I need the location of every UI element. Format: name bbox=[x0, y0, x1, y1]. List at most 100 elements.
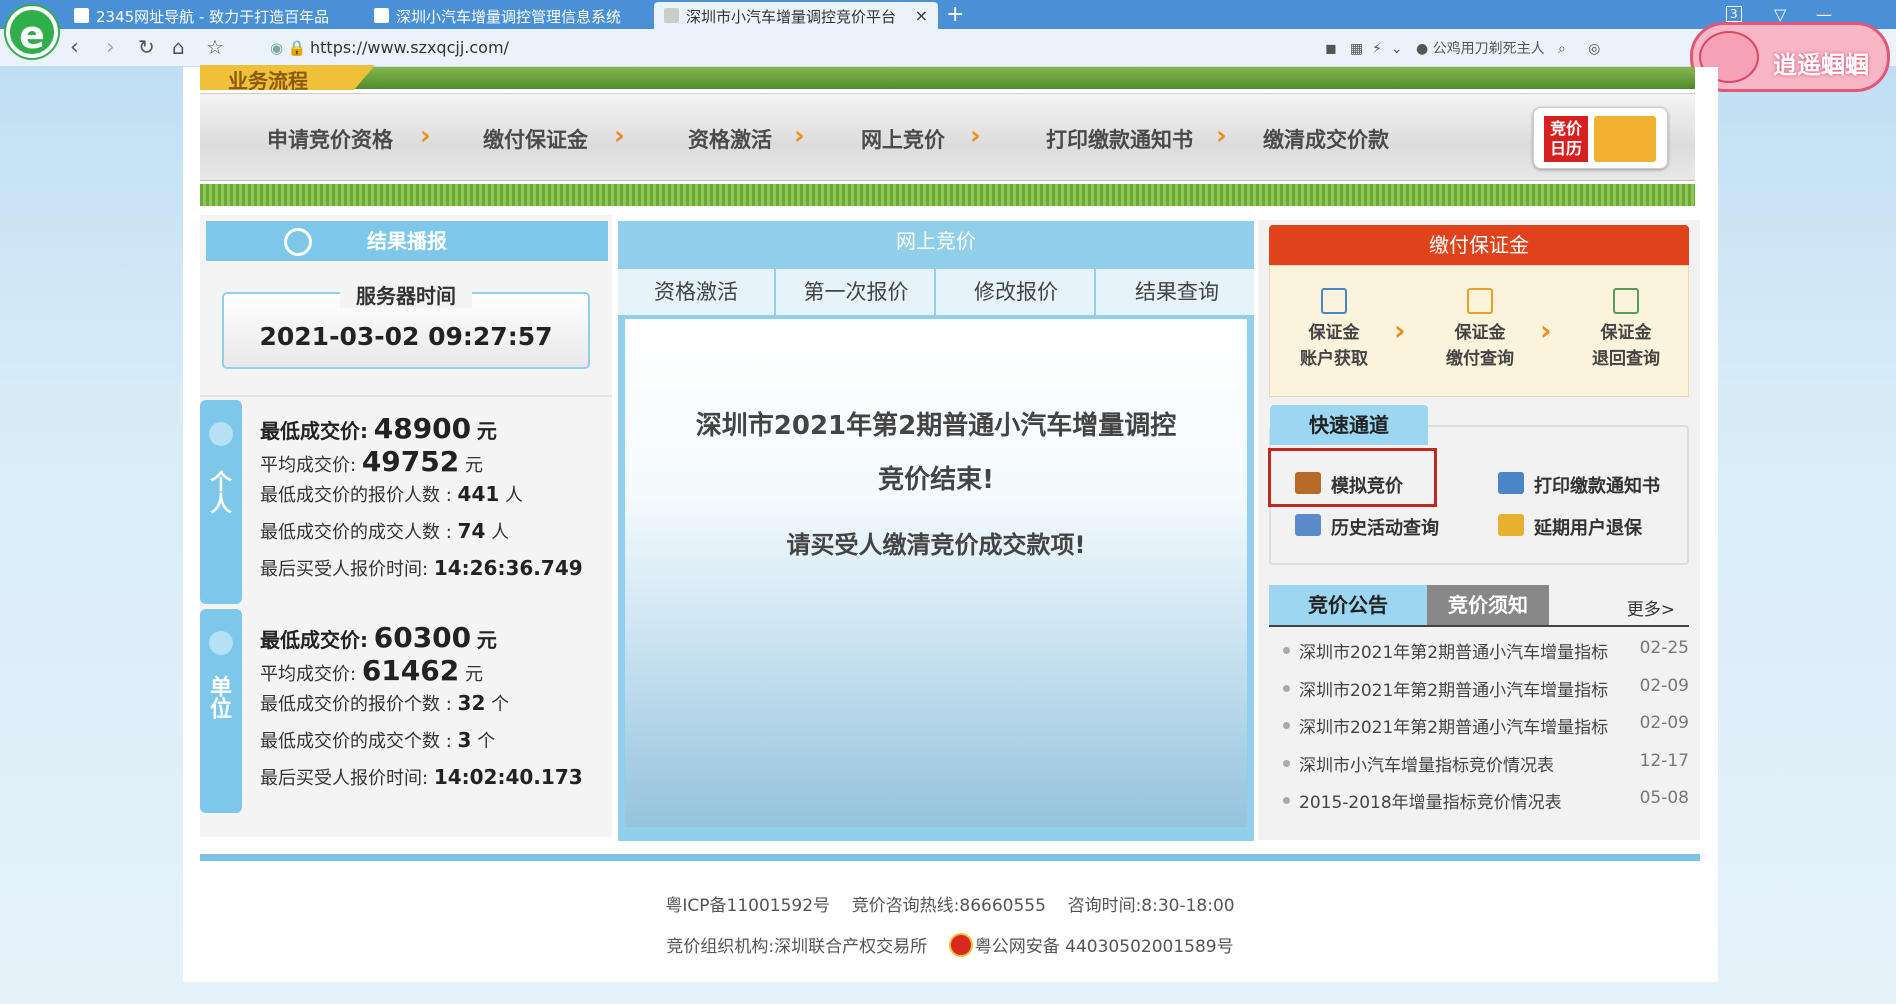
step-activate[interactable]: 资格激活 bbox=[688, 124, 772, 154]
pig-mascot-widget[interactable]: 逍遥蝈蝈 bbox=[1690, 22, 1890, 92]
refresh-icon[interactable] bbox=[284, 228, 312, 256]
footer-line-1: 粤ICP备11001592号 竞价咨询热线:86660555 咨询时间:8:30… bbox=[200, 891, 1700, 916]
server-time-value: 2021-03-02 09:27:57 bbox=[259, 322, 553, 351]
bullet-icon bbox=[1283, 647, 1290, 654]
company-results: 单位 最低成交价: 60300 元 平均成交价: 61462 元 最低成交价的报… bbox=[200, 609, 612, 813]
list-item[interactable]: 深圳市小汽车增量指标竞价情况表 12-17 bbox=[1269, 751, 1689, 789]
tab-bidding-announcements[interactable]: 竞价公告 bbox=[1269, 585, 1427, 625]
list-item[interactable]: 深圳市2021年第2期普通小汽车增量指标 02-09 bbox=[1269, 676, 1689, 714]
home-icon[interactable]: ⌂ bbox=[172, 35, 185, 59]
new-tab-button[interactable]: + bbox=[946, 2, 964, 27]
chevron-right-icon: › bbox=[1216, 121, 1227, 151]
calendar-icon bbox=[1594, 116, 1656, 162]
company-tab: 单位 bbox=[200, 609, 242, 813]
deposit-refund-query-link[interactable]: 保证金 退回查询 bbox=[1566, 288, 1686, 372]
list-item[interactable]: 深圳市2021年第2期普通小汽车增量指标 02-09 bbox=[1269, 713, 1689, 751]
personal-min-bidders: 441 bbox=[457, 482, 500, 506]
tab-bidding-instructions[interactable]: 竞价须知 bbox=[1427, 585, 1549, 625]
calendar-icon bbox=[1295, 514, 1321, 536]
lightning-icon[interactable]: ⚡ bbox=[1372, 41, 1382, 57]
shield-icon[interactable]: ◼ bbox=[1325, 41, 1337, 57]
company-label: 单位 bbox=[206, 675, 231, 719]
close-tab-icon[interactable]: × bbox=[915, 6, 928, 25]
favorite-star-icon[interactable]: ☆ bbox=[206, 35, 224, 59]
tab-label: 深圳市小汽车增量调控竞价平台 bbox=[686, 8, 897, 26]
tab-first-bid[interactable]: 第一次报价 bbox=[778, 269, 936, 315]
tab-modify-bid[interactable]: 修改报价 bbox=[938, 269, 1096, 315]
list-item[interactable]: 2015-2018年增量指标竞价情况表 05-08 bbox=[1269, 788, 1689, 826]
browser-tab-bar: 2345网址导航 - 致力于打造百年品 深圳小汽车增量调控管理信息系统 深圳市小… bbox=[0, 0, 1896, 29]
personal-last-time-row: 最后买受人报价时间: 14:26:36.749 bbox=[260, 556, 583, 580]
refresh-icon[interactable]: ↻ bbox=[138, 35, 155, 59]
deposit-box: 保证金 账户获取 › 保证金 缴付查询 › 保证金 退回查询 bbox=[1269, 265, 1689, 397]
history-query-label: 历史活动查询 bbox=[1331, 518, 1439, 539]
more-link[interactable]: 更多> bbox=[1627, 595, 1675, 620]
personal-avg-price: 49752 bbox=[361, 445, 460, 478]
chevron-down-icon[interactable]: ⌄ bbox=[1391, 41, 1403, 57]
step-print-notice[interactable]: 打印缴款通知书 bbox=[1046, 124, 1193, 154]
results-header: 结果播报 bbox=[206, 221, 608, 261]
bidding-calendar-button[interactable]: 竞价日历 bbox=[1533, 107, 1668, 169]
browser-logo-icon[interactable]: e bbox=[6, 6, 58, 58]
divider bbox=[200, 395, 612, 397]
deposit-header: 缴付保证金 bbox=[1269, 225, 1689, 265]
company-min-deals: 3 bbox=[457, 728, 472, 752]
site-favicon-icon bbox=[74, 8, 89, 23]
chevron-right-icon: › bbox=[794, 121, 805, 151]
company-last-time: 14:02:40.173 bbox=[433, 765, 583, 789]
step-apply-qualification[interactable]: 申请竞价资格 bbox=[267, 124, 393, 154]
personal-min-bidders-row: 最低成交价的报价人数 : 441 人 bbox=[260, 482, 524, 506]
search-icon[interactable]: ⌕ bbox=[1558, 41, 1566, 57]
page-favicon-icon bbox=[374, 8, 389, 23]
url-text: https://www.szxqcjj.com/ bbox=[310, 38, 509, 57]
company-min-bidders-row: 最低成交价的报价个数 : 32 个 bbox=[260, 691, 510, 715]
police-emblem-icon bbox=[948, 933, 973, 957]
deferred-refund-link[interactable]: 延期用户退保 bbox=[1498, 514, 1642, 540]
personal-results: 个人 最低成交价: 48900 元 平均成交价: 49752 元 最低成交价的报… bbox=[200, 400, 612, 604]
company-min-bidders: 32 bbox=[457, 691, 486, 715]
payment-reminder: 请买受人缴清竞价成交款项! bbox=[786, 531, 1086, 559]
personal-min-deals: 74 bbox=[457, 519, 486, 543]
deposit-payment-query-link[interactable]: 保证金 缴付查询 bbox=[1420, 288, 1540, 372]
print-notice-link[interactable]: 打印缴款通知书 bbox=[1498, 472, 1660, 498]
grid-icon[interactable]: ▦ bbox=[1350, 41, 1363, 57]
online-bidding-header: 网上竞价 bbox=[618, 221, 1254, 261]
news-ticker[interactable]: 公鸡用刀剃死主人 bbox=[1433, 41, 1545, 57]
personal-avg-price-row: 平均成交价: 49752 元 bbox=[260, 445, 483, 478]
tab-activate-qualification[interactable]: 资格激活 bbox=[618, 269, 776, 315]
company-last-time-row: 最后买受人报价时间: 14:02:40.173 bbox=[260, 765, 583, 789]
online-bidding-panel: 网上竞价 资格激活 第一次报价 修改报价 结果查询 深圳市2021年第2期普通小… bbox=[618, 221, 1254, 841]
news-icon: ● bbox=[1415, 41, 1429, 57]
forward-icon[interactable]: › bbox=[106, 35, 115, 60]
back-icon[interactable]: ‹ bbox=[70, 35, 79, 60]
chevron-right-icon: › bbox=[420, 121, 431, 151]
police-record[interactable]: 粤公网安备 44030502001589号 bbox=[975, 937, 1234, 957]
print-notice-label: 打印缴款通知书 bbox=[1534, 476, 1660, 497]
server-time-label: 服务器时间 bbox=[340, 284, 472, 308]
footer-divider bbox=[200, 854, 1700, 861]
tab-label: 深圳小汽车增量调控管理信息系统 bbox=[396, 8, 622, 26]
step-pay-balance[interactable]: 缴清成交价款 bbox=[1263, 124, 1389, 154]
personal-last-time: 14:26:36.749 bbox=[433, 556, 583, 580]
step-pay-deposit[interactable]: 缴付保证金 bbox=[483, 124, 588, 154]
tab-result-query[interactable]: 结果查询 bbox=[1098, 269, 1256, 315]
url-input[interactable]: ◉ 🔒 https://www.szxqcjj.com/ bbox=[262, 35, 1322, 61]
browser-tab-bidding-platform[interactable]: 深圳市小汽车增量调控竞价平台 × bbox=[654, 2, 938, 29]
company-min-deals-row: 最低成交价的成交个数 : 3 个 bbox=[260, 728, 496, 752]
banner-landscape bbox=[200, 67, 1695, 89]
icp-number[interactable]: 粤ICP备11001592号 bbox=[665, 896, 830, 916]
company-avg-price: 61462 bbox=[361, 654, 460, 687]
bullet-icon bbox=[1283, 684, 1290, 692]
bullet-icon bbox=[1283, 759, 1290, 767]
list-item[interactable]: 深圳市2021年第2期普通小汽车增量指标 02-25 bbox=[1269, 638, 1689, 676]
deferred-refund-label: 延期用户退保 bbox=[1534, 518, 1642, 539]
extension-icon[interactable]: ◎ bbox=[1588, 41, 1600, 57]
step-online-bidding[interactable]: 网上竞价 bbox=[861, 124, 945, 154]
tab-count-badge[interactable]: 3 bbox=[1726, 6, 1742, 22]
personal-min-price: 48900 bbox=[373, 412, 472, 445]
browser-tab-2345[interactable]: 2345网址导航 - 致力于打造百年品 bbox=[64, 2, 364, 29]
browser-tab-management-system[interactable]: 深圳小汽车增量调控管理信息系统 bbox=[364, 2, 654, 29]
history-query-link[interactable]: 历史活动查询 bbox=[1295, 514, 1439, 540]
bullet-icon bbox=[1283, 797, 1290, 804]
deposit-account-link[interactable]: 保证金 账户获取 bbox=[1274, 288, 1394, 372]
